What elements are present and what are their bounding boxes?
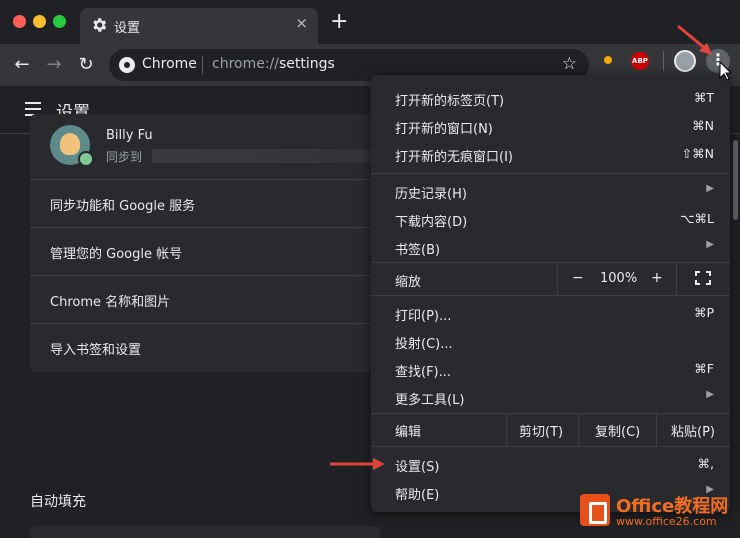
watermark: Office教程网 www.office26.com	[580, 492, 730, 532]
office-logo-icon	[580, 494, 610, 526]
watermark-url: www.office26.com	[616, 515, 717, 528]
annotation-arrow-menu	[677, 24, 712, 55]
mouse-cursor-icon	[719, 60, 733, 81]
annotation-arrows	[330, 24, 733, 470]
annotation-arrow-settings	[330, 458, 385, 470]
